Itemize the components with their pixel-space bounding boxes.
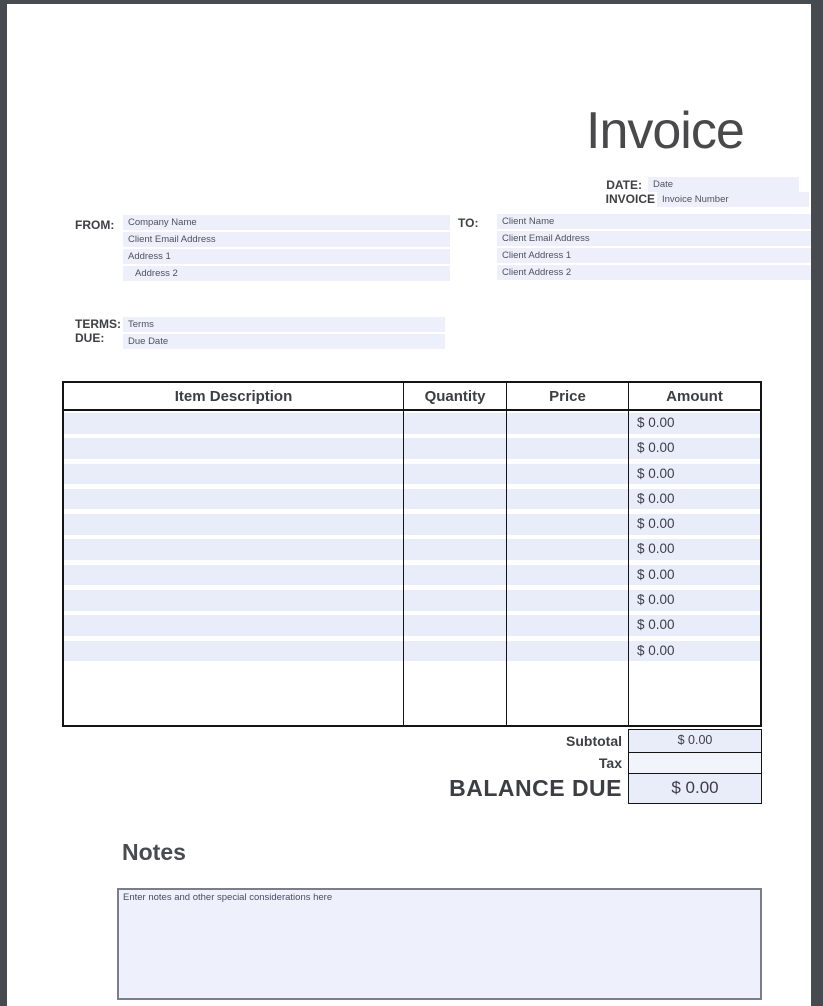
item-quantity-cell[interactable] [404, 514, 506, 535]
balance-due-label: BALANCE DUE [282, 775, 622, 802]
tax-label: Tax [362, 755, 622, 771]
item-quantity-cell[interactable] [404, 539, 506, 560]
notes-textarea[interactable] [117, 888, 762, 1000]
item-amount-cell[interactable]: $ 0.00 [629, 590, 760, 611]
date-input[interactable]: Date [648, 177, 799, 192]
terms-fields: Terms Due Date [123, 317, 445, 351]
item-price-cell[interactable] [507, 464, 628, 485]
amount-column: $ 0.00 $ 0.00 $ 0.00 $ 0.00 $ 0.00 $ 0.0… [629, 411, 760, 725]
item-quantity-cell[interactable] [404, 438, 506, 459]
line-items-table: Item Description Quantity Price Amount [62, 381, 762, 727]
totals-boxes: $ 0.00 $ 0.00 [628, 729, 762, 804]
item-amount-cell[interactable]: $ 0.00 [629, 565, 760, 586]
header-quantity: Quantity [404, 383, 507, 409]
item-description-cell[interactable] [64, 590, 403, 611]
from-address2-input[interactable]: Address 2 [123, 266, 450, 281]
to-label: TO: [458, 216, 478, 230]
price-column [507, 411, 629, 725]
item-description-cell[interactable] [64, 464, 403, 485]
item-price-cell[interactable] [507, 641, 628, 662]
item-description-cell[interactable] [64, 413, 403, 434]
from-address1-input[interactable]: Address 1 [123, 249, 450, 264]
terms-input[interactable]: Terms [123, 317, 445, 332]
from-company-name-input[interactable]: Company Name [123, 215, 450, 230]
header-amount: Amount [629, 383, 760, 409]
item-price-cell[interactable] [507, 413, 628, 434]
item-amount-cell[interactable]: $ 0.00 [629, 641, 760, 662]
item-description-cell[interactable] [64, 438, 403, 459]
subtotal-value[interactable]: $ 0.00 [628, 729, 762, 753]
subtotal-label: Subtotal [362, 733, 622, 749]
item-price-cell[interactable] [507, 590, 628, 611]
viewer-frame-top [0, 0, 823, 4]
quantity-column [404, 411, 507, 725]
item-quantity-cell[interactable] [404, 641, 506, 662]
notes-heading: Notes [122, 839, 186, 866]
to-email-input[interactable]: Client Email Address [497, 231, 811, 246]
item-description-cell[interactable] [64, 514, 403, 535]
from-email-input[interactable]: Client Email Address [123, 232, 450, 247]
table-header-row: Item Description Quantity Price Amount [64, 383, 760, 411]
item-description-cell[interactable] [64, 615, 403, 636]
item-description-cell[interactable] [64, 565, 403, 586]
item-price-cell[interactable] [507, 489, 628, 510]
viewer-frame-right [811, 0, 823, 1006]
item-price-cell[interactable] [507, 539, 628, 560]
header-item-description: Item Description [64, 383, 404, 409]
to-fields: Client Name Client Email Address Client … [497, 214, 811, 282]
item-description-cell[interactable] [64, 539, 403, 560]
item-amount-cell[interactable]: $ 0.00 [629, 438, 760, 459]
viewer-frame-left [0, 0, 7, 1006]
terms-label: TERMS: [75, 317, 121, 331]
invoice-number-label: INVOICE [540, 192, 655, 206]
balance-due-value[interactable]: $ 0.00 [628, 773, 762, 804]
invoice-title: Invoice [586, 104, 744, 159]
item-quantity-cell[interactable] [404, 489, 506, 510]
to-address2-input[interactable]: Client Address 2 [497, 265, 811, 280]
item-quantity-cell[interactable] [404, 413, 506, 434]
item-quantity-cell[interactable] [404, 590, 506, 611]
date-label: DATE: [540, 178, 642, 192]
due-label: DUE: [75, 331, 104, 345]
item-amount-cell[interactable]: $ 0.00 [629, 489, 760, 510]
description-column [64, 411, 404, 725]
table-body: $ 0.00 $ 0.00 $ 0.00 $ 0.00 $ 0.00 $ 0.0… [64, 411, 760, 725]
to-client-name-input[interactable]: Client Name [497, 214, 811, 229]
item-quantity-cell[interactable] [404, 615, 506, 636]
item-amount-cell[interactable]: $ 0.00 [629, 615, 760, 636]
header-price: Price [507, 383, 629, 409]
item-description-cell[interactable] [64, 641, 403, 662]
item-amount-cell[interactable]: $ 0.00 [629, 539, 760, 560]
item-price-cell[interactable] [507, 438, 628, 459]
item-amount-cell[interactable]: $ 0.00 [629, 464, 760, 485]
item-amount-cell[interactable]: $ 0.00 [629, 514, 760, 535]
item-amount-cell[interactable]: $ 0.00 [629, 413, 760, 434]
due-date-input[interactable]: Due Date [123, 334, 445, 349]
item-price-cell[interactable] [507, 615, 628, 636]
item-description-cell[interactable] [64, 489, 403, 510]
item-quantity-cell[interactable] [404, 565, 506, 586]
item-price-cell[interactable] [507, 514, 628, 535]
from-label: FROM: [75, 218, 114, 232]
from-fields: Company Name Client Email Address Addres… [123, 215, 450, 283]
to-address1-input[interactable]: Client Address 1 [497, 248, 811, 263]
invoice-number-input[interactable]: Invoice Number [657, 192, 809, 207]
tax-value-input[interactable] [628, 752, 762, 775]
item-price-cell[interactable] [507, 565, 628, 586]
item-quantity-cell[interactable] [404, 464, 506, 485]
